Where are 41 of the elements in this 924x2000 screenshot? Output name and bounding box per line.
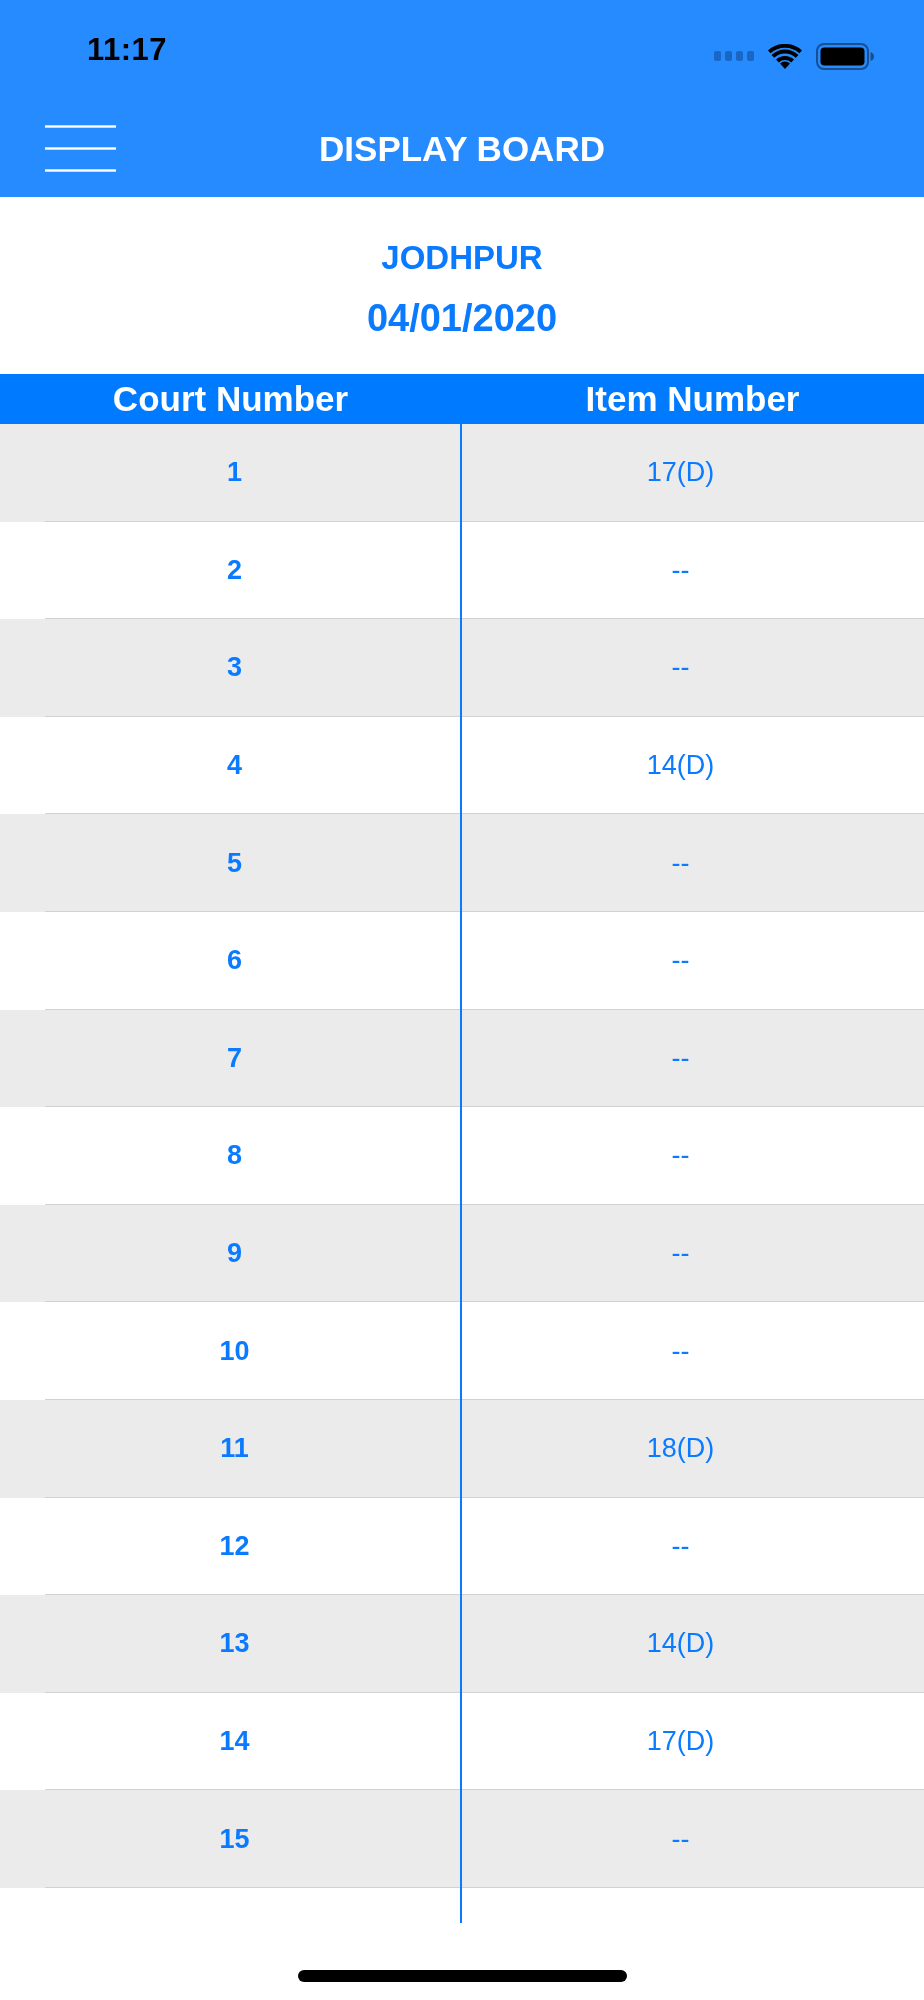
menu-icon xyxy=(45,125,116,172)
date-label: 04/01/2020 xyxy=(366,295,558,340)
item-number-cell: 14(D) xyxy=(646,750,715,782)
item-number-cell: -- xyxy=(671,1823,690,1855)
item-number-cell: -- xyxy=(671,1530,690,1562)
signal-icon xyxy=(714,51,754,61)
court-number-cell: 7 xyxy=(227,1042,242,1074)
court-number-cell: 2 xyxy=(227,554,242,586)
item-number-cell: 14(D) xyxy=(646,1628,715,1660)
court-number-cell: 5 xyxy=(227,847,242,879)
menu-button[interactable] xyxy=(45,125,116,172)
court-number-cell: 10 xyxy=(219,1335,250,1367)
court-number-cell: 8 xyxy=(227,1140,242,1172)
battery-icon xyxy=(816,42,874,70)
item-number-cell: 17(D) xyxy=(646,1726,715,1757)
column-header: Court Number xyxy=(111,379,350,419)
court-number-cell: 11 xyxy=(220,1433,249,1465)
court-number-cell: 13 xyxy=(219,1628,250,1660)
item-number-cell: -- xyxy=(671,652,690,684)
item-number-cell: -- xyxy=(671,945,690,977)
court-number-cell: 14 xyxy=(219,1726,250,1757)
item-number-cell: -- xyxy=(671,554,690,586)
screen-title: DISPLAY BOARD xyxy=(319,128,605,169)
item-number-cell: -- xyxy=(671,847,690,879)
item-number-cell: 17(D) xyxy=(646,457,715,489)
court-number-cell: 6 xyxy=(227,945,242,977)
column-header: Item Number xyxy=(584,379,801,419)
status-time: 11:17 xyxy=(87,32,168,68)
item-number-cell: -- xyxy=(671,1238,690,1270)
court-number-cell: 3 xyxy=(227,652,242,684)
item-number-cell: -- xyxy=(671,1335,690,1367)
court-number-cell: 12 xyxy=(219,1530,250,1562)
court-number-cell: 4 xyxy=(227,750,242,782)
court-number-cell: 9 xyxy=(227,1238,242,1270)
item-number-cell: 18(D) xyxy=(646,1433,715,1465)
item-number-cell: -- xyxy=(671,1140,690,1172)
location-title: JODHPUR xyxy=(381,237,543,278)
court-number-cell: 15 xyxy=(219,1823,250,1855)
wifi-icon xyxy=(768,43,802,69)
court-number-cell: 1 xyxy=(227,457,242,489)
item-number-cell: -- xyxy=(671,1042,690,1074)
